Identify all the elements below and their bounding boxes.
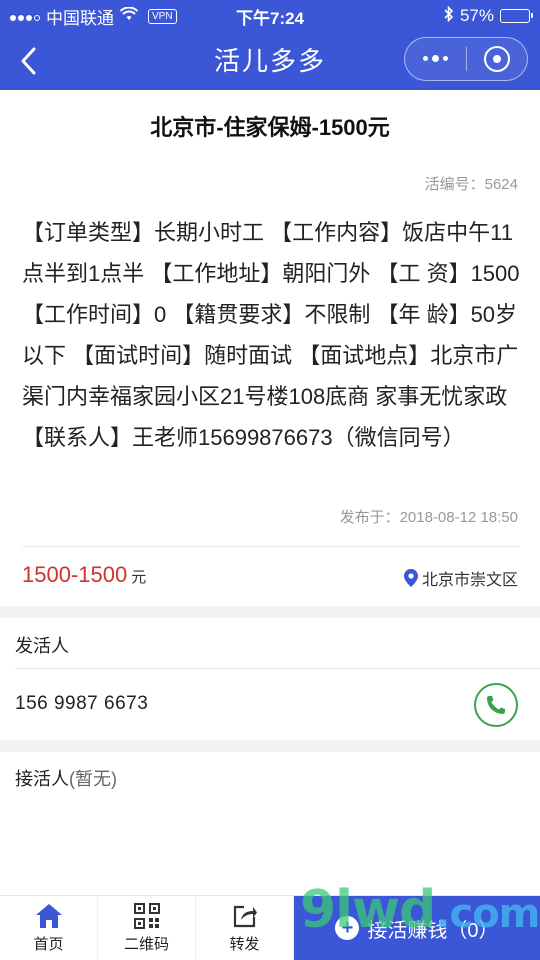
plus-icon: + [335, 916, 360, 940]
tab-qrcode[interactable]: 二维码 [98, 896, 196, 960]
vpn-badge: VPN [148, 8, 177, 24]
signal-icon [10, 11, 40, 21]
back-button[interactable] [10, 42, 46, 80]
price-unit: 元 [131, 569, 147, 586]
miniprogram-capsule [404, 37, 528, 81]
close-miniprogram-button[interactable] [467, 38, 528, 80]
status-right: 57% [330, 5, 533, 27]
poster-label: 发活人 [15, 636, 69, 656]
tab-home[interactable]: 首页 [0, 896, 98, 960]
post-title: 北京市-住家保姆-1500元 [150, 115, 390, 140]
accept-job-label: 接活赚钱（0） [367, 919, 499, 942]
price-value: 1500-1500 [22, 562, 128, 587]
carrier-name: 中国联通 [46, 8, 114, 28]
target-icon [483, 46, 510, 72]
section-gap [0, 740, 540, 752]
home-icon [35, 903, 62, 928]
more-button[interactable] [405, 38, 466, 80]
battery-percent: 57% [459, 6, 494, 25]
tab-share-label: 转发 [229, 935, 260, 953]
receiver-none: (暂无) [69, 769, 117, 789]
status-bar: 中国联通 VPN 下午7:24 57% [0, 0, 540, 32]
publish-time: 发布于：2018-08-12 18:50 [339, 509, 518, 526]
status-time: 下午7:24 [235, 8, 305, 28]
bottom-tab-bar: 首页 二维码 转发 + 接活赚钱（0） [0, 895, 540, 960]
wifi-icon [119, 6, 139, 26]
divider [15, 668, 540, 669]
section-gap [0, 606, 540, 618]
more-dots-icon [422, 55, 448, 62]
location: 北京市崇文区 [403, 566, 518, 590]
tab-share[interactable]: 转发 [196, 896, 294, 960]
location-pin-icon [403, 569, 418, 587]
status-left: 中国联通 VPN [10, 4, 210, 29]
price-range: 1500-1500 元 [22, 562, 146, 588]
share-icon [233, 905, 257, 927]
poster-phone: 156 9987 6673 [15, 693, 149, 714]
qrcode-icon [133, 902, 160, 929]
divider [22, 546, 520, 547]
battery-icon [500, 9, 533, 23]
accept-job-button[interactable]: + 接活赚钱（0） [294, 896, 540, 960]
receiver-section: 接活人(暂无) [15, 765, 117, 791]
job-number: 活编号：5624 [424, 176, 518, 193]
receiver-label: 接活人 [15, 769, 69, 789]
job-description: 【订单类型】长期小时工 【工作内容】饭店中午11点半到1点半 【工作地址】朝阳门… [22, 220, 520, 450]
call-button[interactable] [474, 683, 518, 727]
chevron-left-icon [21, 47, 36, 75]
location-text: 北京市崇文区 [421, 572, 518, 589]
bluetooth-icon [444, 5, 454, 27]
tab-home-label: 首页 [33, 935, 64, 953]
phone-icon [487, 696, 505, 714]
nav-bar: 活儿多多 [0, 32, 540, 90]
tab-qrcode-label: 二维码 [123, 935, 169, 953]
